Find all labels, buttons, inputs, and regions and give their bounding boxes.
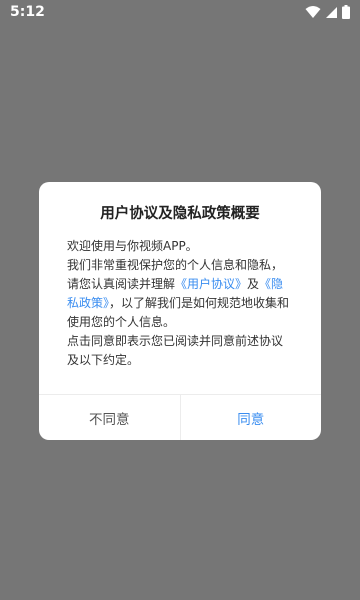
dialog-title: 用户协议及隐私政策概要	[100, 206, 260, 222]
dialog-paragraph-1: 欢迎使用与你视频APP。 我们非常重视保护您的个人信息和隐私，请您认真阅读并理解…	[67, 237, 293, 332]
and-text: 及	[247, 277, 260, 291]
privacy-dialog: 用户协议及隐私政策概要 欢迎使用与你视频APP。 我们非常重视保护您的个人信息和…	[39, 182, 321, 440]
status-icons	[305, 4, 350, 20]
signal-icon	[325, 6, 338, 19]
wifi-icon	[305, 5, 321, 19]
agree-button[interactable]: 同意	[181, 395, 322, 440]
dialog-paragraph-2: 点击同意即表示您已阅读并同意前述协议及以下约定。	[67, 334, 284, 367]
user-agreement-link[interactable]: 《用户协议》	[175, 277, 247, 291]
dialog-body: 欢迎使用与你视频APP。 我们非常重视保护您的个人信息和隐私，请您认真阅读并理解…	[67, 237, 293, 370]
dialog-buttons: 不同意 同意	[39, 394, 321, 440]
disagree-button[interactable]: 不同意	[39, 395, 181, 440]
status-time: 5:12	[10, 4, 45, 20]
battery-icon	[342, 5, 350, 19]
status-bar: 5:12	[0, 0, 360, 24]
welcome-text: 欢迎使用与你视频APP。	[67, 239, 198, 253]
